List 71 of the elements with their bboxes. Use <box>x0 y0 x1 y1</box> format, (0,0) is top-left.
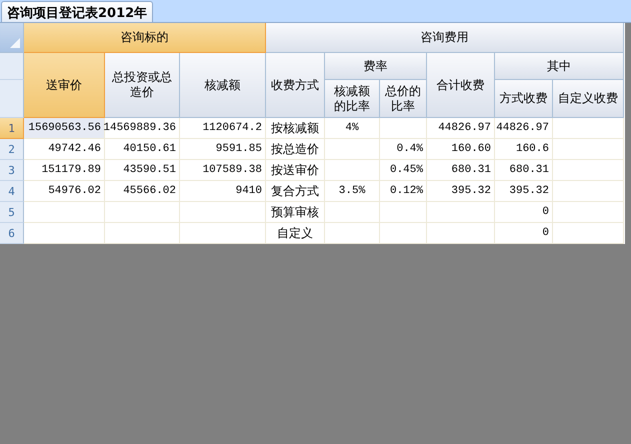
table-cell: 54976.02 <box>24 181 105 202</box>
column-header[interactable]: 自定义收费 <box>553 80 624 118</box>
empty-cell <box>553 181 624 202</box>
select-all-icon[interactable] <box>10 38 20 48</box>
table-cell: 0.4% <box>380 139 427 160</box>
empty-cell <box>325 139 380 160</box>
row-header[interactable]: 1 <box>0 118 24 139</box>
table-cell: 9591.85 <box>180 139 266 160</box>
table-cell: 43590.51 <box>105 160 180 181</box>
empty-cell <box>380 202 427 223</box>
table-cell: 9410 <box>180 181 266 202</box>
table-cell: 395.32 <box>427 181 495 202</box>
column-header[interactable]: 核减额的比率 <box>325 80 380 118</box>
empty-cell <box>380 223 427 244</box>
table-cell: 160.6 <box>495 139 553 160</box>
table-cell: 按送审价 <box>266 160 325 181</box>
table-cell: 680.31 <box>427 160 495 181</box>
table-cell: 395.32 <box>495 181 553 202</box>
column-header[interactable]: 总价的比率 <box>380 80 427 118</box>
table-cell: 680.31 <box>495 160 553 181</box>
table-cell: 按总造价 <box>266 139 325 160</box>
sheet-tab[interactable]: 咨询项目登记表2012年 <box>1 1 154 22</box>
column-header[interactable]: 核减额 <box>180 53 266 118</box>
empty-cell <box>380 118 427 139</box>
table-cell: 44826.97 <box>495 118 553 139</box>
table-cell: 45566.02 <box>105 181 180 202</box>
row-header-blank[interactable] <box>0 80 24 118</box>
table-cell: 0.45% <box>380 160 427 181</box>
empty-cell <box>325 223 380 244</box>
table-cell: 按核减额 <box>266 118 325 139</box>
table-cell: 160.60 <box>427 139 495 160</box>
table-cell: 0 <box>495 202 553 223</box>
column-header[interactable]: 送审价 <box>24 53 105 118</box>
table-cell: 151179.89 <box>24 160 105 181</box>
empty-cell <box>325 202 380 223</box>
table-cell: 1120674.2 <box>180 118 266 139</box>
column-header[interactable]: 方式收费 <box>495 80 553 118</box>
table-cell: 14569889.36 <box>105 118 180 139</box>
empty-cell <box>325 160 380 181</box>
row-header[interactable]: 3 <box>0 160 24 181</box>
table-cell: 44826.97 <box>427 118 495 139</box>
column-header[interactable]: 合计收费 <box>427 53 495 118</box>
table-cell: 复合方式 <box>266 181 325 202</box>
column-group-header: 其中 <box>495 53 624 80</box>
table-cell: 0.12% <box>380 181 427 202</box>
column-group-header: 费率 <box>325 53 427 80</box>
table-cell: 0 <box>495 223 553 244</box>
empty-cell <box>553 223 624 244</box>
table-cell: 107589.38 <box>180 160 266 181</box>
row-header-blank[interactable] <box>0 53 24 80</box>
table-cell: 40150.61 <box>105 139 180 160</box>
empty-cell <box>553 139 624 160</box>
table-cell: 49742.46 <box>24 139 105 160</box>
row-header[interactable]: 6 <box>0 223 24 244</box>
column-group-header: 咨询费用 <box>266 23 624 53</box>
column-header[interactable]: 总投资或总造价 <box>105 53 180 118</box>
empty-cell <box>427 223 495 244</box>
row-header[interactable]: 5 <box>0 202 24 223</box>
table-cell: 4% <box>325 118 380 139</box>
row-header[interactable]: 2 <box>0 139 24 160</box>
empty-cell <box>553 160 624 181</box>
row-header[interactable]: 4 <box>0 181 24 202</box>
table-cell: 3.5% <box>325 181 380 202</box>
table-cell: 预算审核 <box>266 202 325 223</box>
empty-cell <box>427 202 495 223</box>
column-header[interactable]: 收费方式 <box>266 53 325 118</box>
table-cell: 自定义 <box>266 223 325 244</box>
empty-cell <box>553 202 624 223</box>
empty-cell <box>553 118 624 139</box>
table-cell: 15690563.56 <box>24 118 105 139</box>
column-group-header: 咨询标的 <box>24 23 266 53</box>
